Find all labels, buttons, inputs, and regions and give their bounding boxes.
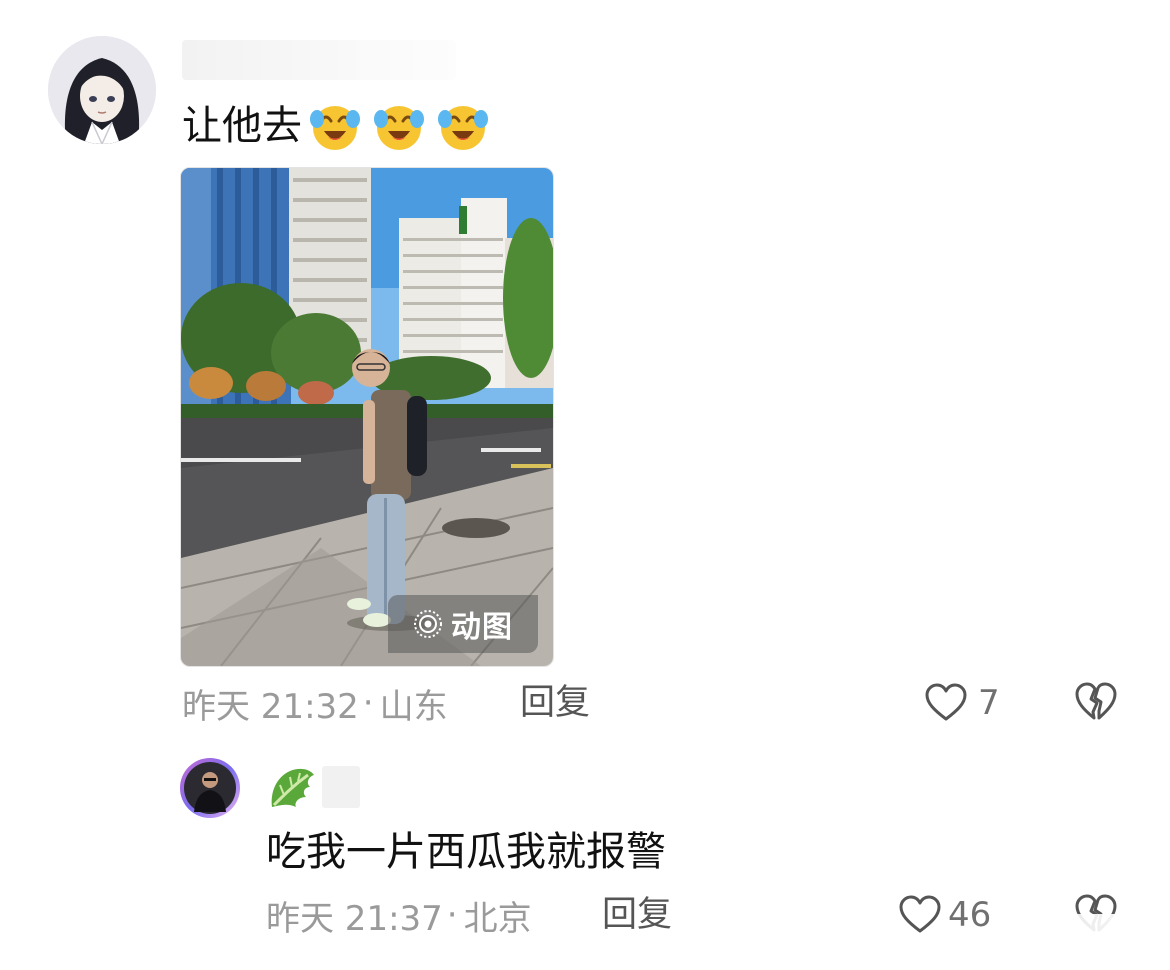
crying-laugh-emoji bbox=[310, 106, 360, 150]
reply-username-redacted[interactable] bbox=[322, 766, 360, 808]
reply-meta: 昨天 21:37 · 北京 bbox=[266, 890, 532, 940]
like-button[interactable]: 7 bbox=[922, 678, 1000, 728]
user-avatar[interactable] bbox=[48, 36, 156, 144]
username-redacted[interactable] bbox=[182, 40, 456, 80]
comment-body: 让他去 bbox=[182, 103, 302, 149]
heart-icon bbox=[925, 683, 967, 721]
reply-date: 昨天 21:37 bbox=[266, 898, 443, 939]
reply-user-avatar[interactable] bbox=[180, 758, 240, 818]
heart-icon bbox=[899, 895, 941, 933]
like-count: 7 bbox=[978, 683, 1000, 723]
meta-separator: · bbox=[362, 683, 374, 723]
reply-avatar-image bbox=[184, 762, 236, 814]
dislike-button[interactable] bbox=[1072, 678, 1120, 726]
comment-meta: 昨天 21:32 · 山东 bbox=[182, 678, 448, 728]
watermark-fade bbox=[1004, 914, 1170, 970]
meta-separator: · bbox=[446, 895, 458, 935]
comment-date: 昨天 21:32 bbox=[182, 686, 359, 727]
comment-location: 山东 bbox=[379, 686, 448, 727]
lettuce-emoji bbox=[271, 768, 314, 807]
reply-reply-button[interactable]: 回复 bbox=[602, 890, 672, 940]
street-photo bbox=[181, 168, 553, 666]
reply-like-button[interactable]: 46 bbox=[896, 890, 991, 940]
broken-heart-icon bbox=[1075, 682, 1117, 720]
reply-like-count: 46 bbox=[948, 895, 992, 935]
comment-image[interactable]: 动图 bbox=[180, 167, 554, 667]
gif-badge-label: 动图 bbox=[451, 610, 513, 645]
crying-laugh-emoji bbox=[438, 106, 488, 150]
reply-text: 吃我一片西瓜我就报警 bbox=[266, 829, 666, 875]
reply-button[interactable]: 回复 bbox=[520, 678, 590, 728]
gif-badge[interactable]: 动图 bbox=[388, 595, 538, 653]
comment-text: 让他去 bbox=[182, 96, 490, 156]
anime-avatar-image bbox=[48, 36, 156, 144]
crying-laugh-emoji bbox=[374, 106, 424, 150]
reply-location: 北京 bbox=[463, 898, 532, 939]
live-photo-icon bbox=[414, 610, 442, 638]
